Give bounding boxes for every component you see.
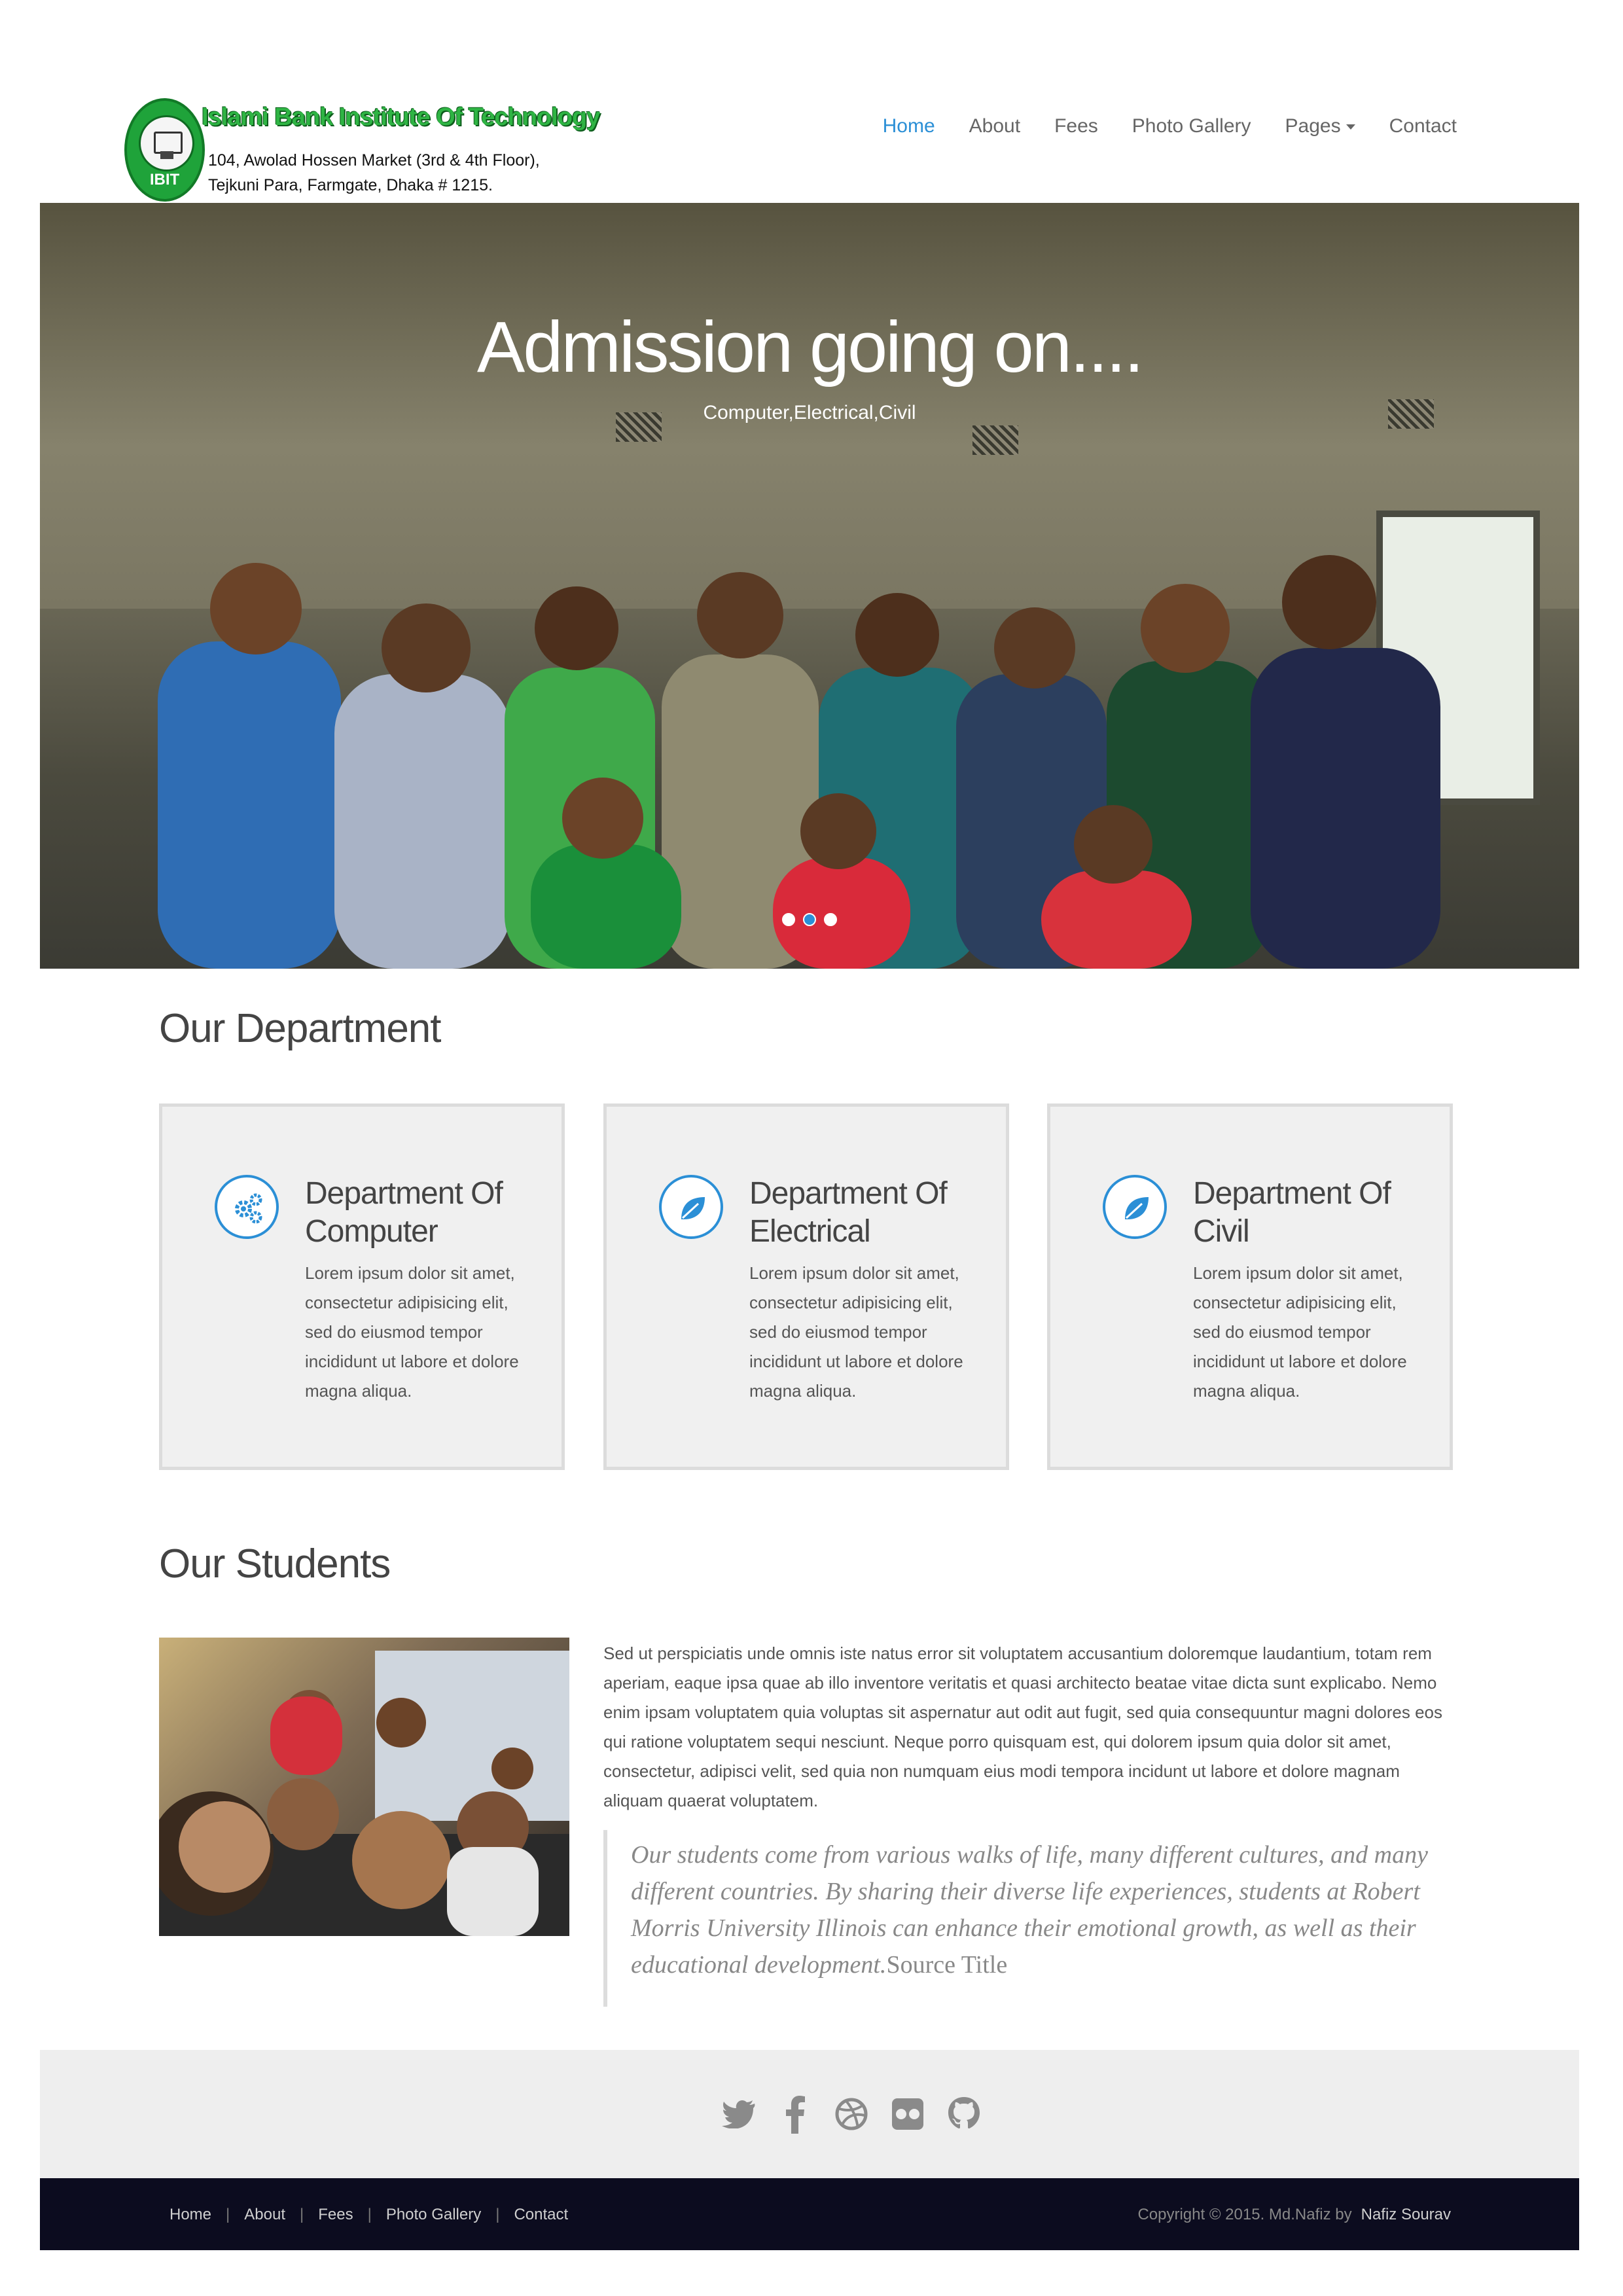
logo-seal-text: IBIT [149,171,180,188]
section-title-departments: Our Department [159,1006,442,1051]
nav-home[interactable]: Home [883,115,935,137]
department-description: Lorem ipsum dolor sit amet, consectetur … [749,1263,963,1401]
department-title: Department Of Civil [1193,1176,1391,1249]
hero-title: Admission going on.... [476,307,1144,387]
dribbble-icon[interactable] [833,2093,870,2135]
github-icon[interactable] [946,2093,982,2135]
institute-logo-seal[interactable]: IBIT [124,98,205,202]
gears-icon [215,1175,279,1239]
blockquote-text: Our students come from various walks of … [631,1837,1461,1983]
section-title-students: Our Students [159,1541,391,1587]
nav-pages-label: Pages [1285,115,1341,137]
institute-address: 104, Awolad Hossen Market (3rd & 4th Flo… [208,148,540,198]
nav-pages-dropdown[interactable]: Pages [1285,115,1355,137]
department-title: Department Of Electrical [749,1176,948,1249]
hero-carousel[interactable]: Admission going on.... Computer,Electric… [40,203,1579,969]
footer-separator: | [367,2206,372,2223]
footer-separator: | [299,2206,304,2223]
nav-photo-gallery[interactable]: Photo Gallery [1132,115,1251,137]
footer-separator: | [226,2206,230,2223]
logo-computer-icon [139,115,194,171]
twitter-icon[interactable] [721,2093,757,2135]
students-blockquote: Our students come from various walks of … [603,1830,1461,2007]
department-card[interactable]: Department Of Electrical Lorem ipsum dol… [603,1103,1009,1470]
department-description: Lorem ipsum dolor sit amet, consectetur … [1193,1263,1407,1401]
footer-link-home[interactable]: Home [169,2206,211,2224]
carousel-dot-1[interactable] [782,913,795,926]
hero-photo-vent [972,425,1018,455]
department-card[interactable]: Department Of Civil Lorem ipsum dolor si… [1047,1103,1453,1470]
footer-bar: Home | About | Fees | Photo Gallery | Co… [40,2178,1579,2250]
social-bar [40,2050,1579,2178]
footer-link-contact[interactable]: Contact [514,2206,568,2224]
main-nav: Home About Fees Photo Gallery Pages Cont… [849,115,1457,137]
author-link[interactable]: Nafiz Sourav [1361,2206,1451,2223]
students-photo [159,1638,569,1936]
carousel-indicators [782,913,837,926]
quote-body: Our students come from various walks of … [631,1841,1428,1979]
carousel-dot-2[interactable] [803,913,816,926]
footer-link-fees[interactable]: Fees [318,2206,353,2224]
nav-contact[interactable]: Contact [1389,115,1457,137]
nav-about[interactable]: About [969,115,1020,137]
flickr-icon[interactable] [889,2093,926,2135]
students-paragraph: Sed ut perspiciatis unde omnis iste natu… [603,1643,1442,1810]
hero-students-photo [158,555,1440,969]
footer-link-about[interactable]: About [244,2206,285,2224]
address-line-1: 104, Awolad Hossen Market (3rd & 4th Flo… [208,151,540,170]
facebook-icon[interactable] [777,2093,813,2135]
copyright-text: Copyright © 2015. Md.Nafiz by [1137,2206,1352,2223]
department-card[interactable]: Department Of Computer Lorem ipsum dolor… [159,1103,565,1470]
footer-nav: Home | About | Fees | Photo Gallery | Co… [169,2206,568,2224]
nav-fees[interactable]: Fees [1054,115,1098,137]
social-links [721,2093,982,2135]
footer-link-photo-gallery[interactable]: Photo Gallery [386,2206,481,2224]
leaf-icon [1103,1175,1167,1239]
caret-down-icon [1346,124,1355,130]
department-title: Department Of Computer [305,1176,503,1249]
quote-source: Source Title [886,1951,1008,1979]
address-line-2: Tejkuni Para, Farmgate, Dhaka # 1215. [208,176,493,194]
hero-subtitle: Computer,Electrical,Civil [703,402,916,423]
department-description: Lorem ipsum dolor sit amet, consectetur … [305,1263,519,1401]
carousel-dot-3[interactable] [824,913,837,926]
copyright: Copyright © 2015. Md.Nafiz by Nafiz Soura… [1137,2206,1451,2224]
footer-separator: | [495,2206,500,2223]
institute-name[interactable]: Islami Bank Institute Of Technology [202,103,600,132]
leaf-icon [659,1175,723,1239]
students-group-image [159,1690,569,1936]
